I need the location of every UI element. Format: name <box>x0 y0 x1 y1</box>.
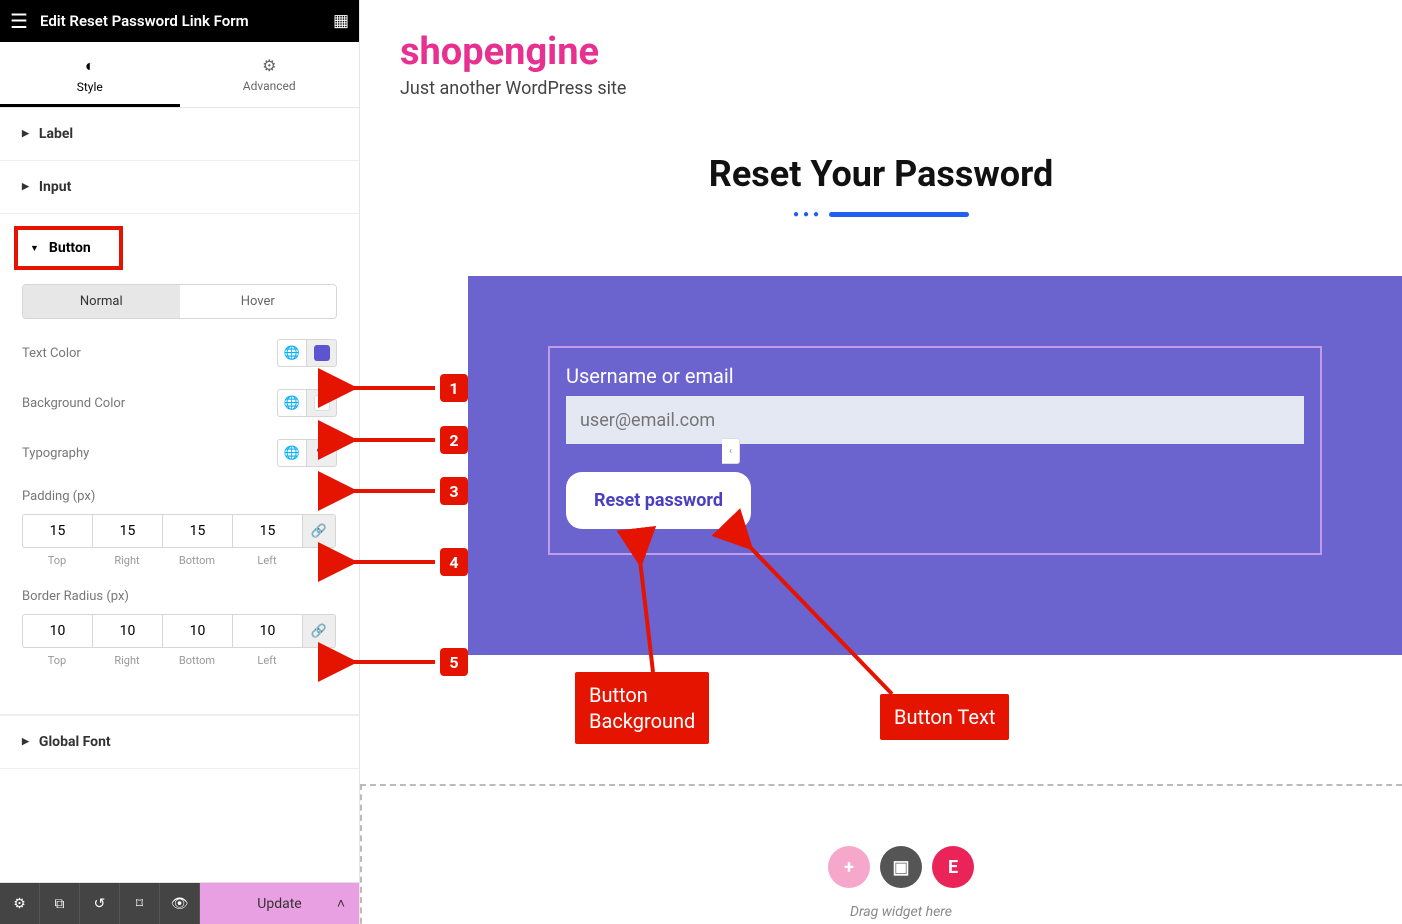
underline-bar <box>829 212 969 217</box>
gear-icon: ⚙ <box>180 56 360 75</box>
username-input[interactable] <box>566 396 1304 444</box>
link-values-icon[interactable]: 🔗 <box>302 514 336 548</box>
menu-icon[interactable]: ☰ <box>10 9 40 33</box>
side-label: Top <box>22 654 92 667</box>
padding-left-input[interactable] <box>232 514 302 548</box>
radius-right-input[interactable] <box>92 614 162 648</box>
color-swatch <box>314 395 330 411</box>
reset-password-button[interactable]: Reset password <box>566 472 751 529</box>
section-title: Button <box>49 240 91 256</box>
padding-top-input[interactable] <box>22 514 92 548</box>
section-global-font[interactable]: ▶ Global Font <box>0 715 359 769</box>
state-hover[interactable]: Hover <box>180 285 337 318</box>
side-label: Top <box>22 554 92 567</box>
globe-icon[interactable]: 🌐 <box>277 339 307 367</box>
padding-right-input[interactable] <box>92 514 162 548</box>
state-normal[interactable]: Normal <box>23 285 180 318</box>
preview-icon[interactable]: 👁 <box>160 883 200 924</box>
ek-widget-icon[interactable]: E <box>932 846 974 888</box>
border-radius-label: Border Radius (px) <box>22 589 337 604</box>
tab-advanced[interactable]: ⚙ Advanced <box>180 42 360 107</box>
text-color-label: Text Color <box>22 346 81 361</box>
update-label: Update <box>257 896 301 912</box>
side-label: Left <box>232 554 302 567</box>
caret-right-icon: ▶ <box>22 182 29 192</box>
history-icon[interactable]: ↺ <box>80 883 120 924</box>
tab-label: Style <box>77 80 103 94</box>
site-brand: shopengine <box>400 30 1362 74</box>
drop-hint: Drag widget here <box>362 904 1402 920</box>
drop-zone[interactable]: + ▣ E Drag widget here <box>360 784 1402 924</box>
section-button[interactable]: ▼ Button <box>14 226 123 270</box>
text-color-picker[interactable] <box>307 339 337 367</box>
half-circle-icon: ◐ <box>0 56 180 76</box>
caret-right-icon: ▶ <box>22 737 29 747</box>
radius-top-input[interactable] <box>22 614 92 648</box>
side-label: Bottom <box>162 554 232 567</box>
username-label: Username or email <box>566 364 1304 388</box>
tab-label: Advanced <box>243 79 296 93</box>
template-icon[interactable]: ▣ <box>880 846 922 888</box>
form-widget[interactable]: Username or email Reset password <box>468 276 1402 655</box>
tab-style[interactable]: ◐ Style <box>0 42 180 107</box>
caret-down-icon: ▼ <box>30 243 39 254</box>
caret-up-icon: ˄ <box>337 895 345 912</box>
edit-icon[interactable]: ✎ <box>307 439 337 467</box>
padding-bottom-input[interactable] <box>162 514 232 548</box>
section-title: Label <box>39 126 73 142</box>
color-swatch <box>314 345 330 361</box>
side-label: Right <box>92 554 162 567</box>
side-label: Bottom <box>162 654 232 667</box>
typography-label: Typography <box>22 446 89 461</box>
settings-icon[interactable]: ⚙ <box>0 883 40 924</box>
page-heading: Reset Your Password <box>400 153 1362 195</box>
update-button[interactable]: Update ˄ <box>200 883 359 924</box>
bg-color-picker[interactable] <box>307 389 337 417</box>
globe-icon[interactable]: 🌐 <box>277 389 307 417</box>
state-segmented: Normal Hover <box>22 284 337 319</box>
globe-icon[interactable]: 🌐 <box>277 439 307 467</box>
bg-color-label: Background Color <box>22 396 125 411</box>
section-title: Input <box>39 179 71 195</box>
section-label[interactable]: ▶ Label <box>0 108 359 161</box>
apps-icon[interactable]: ▦ <box>333 11 349 31</box>
add-section-icon[interactable]: + <box>828 846 870 888</box>
section-title: Global Font <box>39 734 111 750</box>
side-label: Right <box>92 654 162 667</box>
padding-label: Padding (px) <box>22 489 337 504</box>
side-label: Left <box>232 654 302 667</box>
responsive-icon[interactable]: ⌑ <box>120 883 160 924</box>
panel-title: Edit Reset Password Link Form <box>40 12 333 30</box>
radius-left-input[interactable] <box>232 614 302 648</box>
underline-dots: ●●● <box>793 209 823 220</box>
link-values-icon[interactable]: 🔗 <box>302 614 336 648</box>
section-input[interactable]: ▶ Input <box>0 161 359 214</box>
site-tagline: Just another WordPress site <box>400 78 1362 99</box>
caret-right-icon: ▶ <box>22 129 29 139</box>
layers-icon[interactable]: ⧉ <box>40 883 80 924</box>
collapse-panel-icon[interactable]: ‹ <box>722 438 740 464</box>
radius-bottom-input[interactable] <box>162 614 232 648</box>
